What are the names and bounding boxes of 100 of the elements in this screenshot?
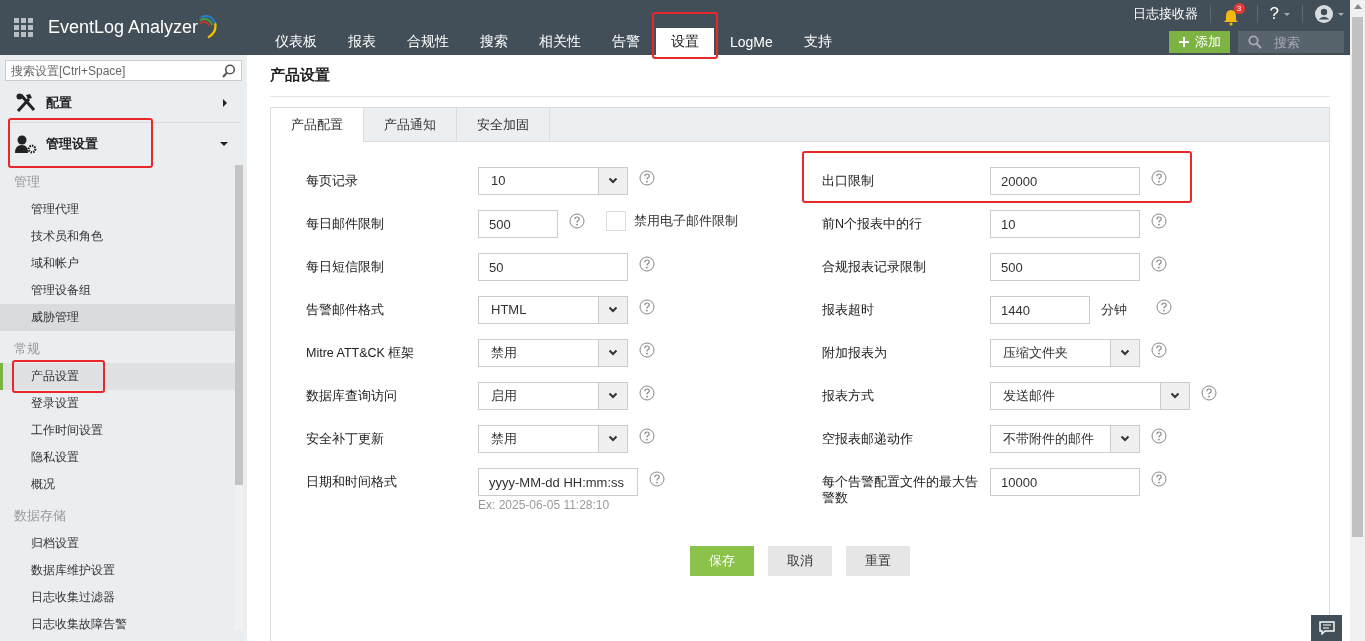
field-label: 安全补丁更新: [306, 431, 385, 447]
nav-tab[interactable]: LogMe: [715, 28, 788, 55]
page-scrollbar[interactable]: [1350, 0, 1365, 641]
text-field[interactable]: 500: [990, 253, 1140, 281]
field-label: 合规报表记录限制: [822, 259, 927, 275]
dropdown[interactable]: 启用: [478, 382, 628, 410]
checkbox[interactable]: [606, 211, 626, 231]
page-title: 产品设置: [270, 55, 1330, 97]
sidebar-item[interactable]: 隐私设置: [0, 444, 237, 471]
scroll-up-icon[interactable]: [1353, 4, 1362, 9]
dropdown[interactable]: 不带附件的邮件: [990, 425, 1140, 453]
chevron-down-icon: [1169, 392, 1181, 400]
field-label: 告警邮件格式: [306, 302, 385, 318]
tab[interactable]: 产品配置: [271, 108, 364, 142]
help-icon[interactable]: [639, 170, 655, 186]
sidebar-item[interactable]: 威胁管理: [0, 304, 237, 331]
sidebar-item[interactable]: 产品设置: [0, 363, 237, 390]
field-label: 空报表邮递动作: [822, 431, 914, 447]
field-label: 附加报表为: [822, 345, 888, 361]
nav-tab[interactable]: 仪表板: [260, 28, 332, 55]
help-icon[interactable]: [1156, 299, 1172, 315]
field-label: Mitre ATT&CK 框架: [306, 345, 416, 361]
help-icon[interactable]: [1151, 213, 1167, 229]
nav-tab[interactable]: 支持: [788, 28, 847, 55]
chevron-down-icon: [607, 306, 619, 314]
sidebar-item[interactable]: 管理设备组: [0, 277, 237, 304]
chevron-down-icon: [607, 349, 619, 357]
chevron-down-icon: [607, 435, 619, 443]
text-field[interactable]: yyyy-MM-dd HH:mm:ss: [478, 468, 638, 496]
help-icon[interactable]: [649, 471, 665, 487]
sidebar-item[interactable]: 登录设置: [0, 390, 237, 417]
field-label: 前N个报表中的行: [822, 216, 924, 232]
help-icon[interactable]: [569, 213, 585, 229]
nav-tab[interactable]: 合规性: [392, 28, 464, 55]
help-icon[interactable]: [1151, 256, 1167, 272]
sidebar-item[interactable]: 数据库维护设置: [0, 557, 237, 584]
text-field[interactable]: 500: [478, 210, 558, 238]
sidebar-scrollbar[interactable]: [235, 165, 243, 630]
chat-button[interactable]: [1311, 615, 1342, 641]
help-icon[interactable]: [1151, 428, 1167, 444]
user-gear-icon: [15, 133, 37, 154]
sidebar-item[interactable]: 管理代理: [0, 196, 237, 223]
dropdown[interactable]: 发送邮件: [990, 382, 1190, 410]
text-field[interactable]: 20000: [990, 167, 1140, 195]
search-field[interactable]: 搜索: [1238, 31, 1344, 53]
chevron-down-icon: [1119, 349, 1131, 357]
tab[interactable]: 安全加固: [457, 108, 550, 141]
help-icon[interactable]: [1201, 385, 1217, 401]
nav-tab[interactable]: 搜索: [465, 28, 523, 55]
search-icon[interactable]: [222, 64, 236, 78]
unit-label: 分钟: [1101, 302, 1128, 319]
dropdown[interactable]: 禁用: [478, 339, 628, 367]
dropdown[interactable]: 压缩文件夹: [990, 339, 1140, 367]
sidebar-item[interactable]: 概况: [0, 471, 237, 498]
action-button[interactable]: 取消: [768, 546, 832, 576]
chevron-down-icon: [607, 177, 619, 185]
help-icon[interactable]: [639, 342, 655, 358]
sidebar-item[interactable]: 工作时间设置: [0, 417, 237, 444]
sidebar-item[interactable]: 域和帐户: [0, 250, 237, 277]
action-button[interactable]: 重置: [846, 546, 910, 576]
text-field[interactable]: 1440: [990, 296, 1090, 324]
field-label: 每页记录: [306, 173, 359, 189]
app-grid-icon[interactable]: [14, 17, 34, 38]
help-menu[interactable]: ?: [1269, 4, 1290, 24]
field-label: 每个告警配置文件的最大告警数: [822, 474, 979, 506]
dropdown[interactable]: 禁用: [478, 425, 628, 453]
format-example: Ex: 2025-06-05 11:28:10: [478, 498, 611, 512]
field-label: 每日邮件限制: [306, 216, 385, 232]
help-icon[interactable]: [639, 385, 655, 401]
text-field[interactable]: 10: [990, 210, 1140, 238]
help-icon[interactable]: [1151, 342, 1167, 358]
sidebar-item[interactable]: 日志收集过滤器: [0, 584, 237, 611]
group-heading: 常规: [13, 340, 41, 358]
help-icon[interactable]: [639, 428, 655, 444]
notification-bell[interactable]: 3: [1222, 2, 1245, 26]
dropdown[interactable]: 10: [478, 167, 628, 195]
nav-tab[interactable]: 报表: [333, 28, 391, 55]
nav-tab[interactable]: 告警: [597, 28, 655, 55]
nav-tab[interactable]: 设置: [656, 28, 714, 55]
dropdown[interactable]: HTML: [478, 296, 628, 324]
help-icon[interactable]: [1151, 170, 1167, 186]
help-icon[interactable]: [639, 256, 655, 272]
settings-search-field[interactable]: 搜索设置[Ctrl+Space]: [5, 60, 242, 81]
field-label: 报表超时: [822, 302, 875, 318]
sidebar-section[interactable]: 管理设置: [3, 123, 240, 164]
group-heading: 数据存储: [13, 507, 67, 525]
sidebar-item[interactable]: 日志收集故障告警: [0, 611, 237, 638]
app-logo-text: EventLog Analyzer: [48, 17, 199, 38]
sidebar-section[interactable]: 配置: [3, 84, 240, 122]
help-icon[interactable]: [639, 299, 655, 315]
help-icon[interactable]: [1151, 471, 1167, 487]
text-field[interactable]: 50: [478, 253, 628, 281]
nav-tab[interactable]: 相关性: [524, 28, 596, 55]
tab[interactable]: 产品通知: [364, 108, 457, 141]
sidebar-item[interactable]: 归档设置: [0, 530, 237, 557]
user-menu[interactable]: [1315, 5, 1344, 23]
text-field[interactable]: 10000: [990, 468, 1140, 496]
sidebar-item[interactable]: 技术员和角色: [0, 223, 237, 250]
field-label: 日期和时间格式: [306, 474, 398, 490]
receiver-link[interactable]: 日志接收器: [1132, 5, 1198, 23]
